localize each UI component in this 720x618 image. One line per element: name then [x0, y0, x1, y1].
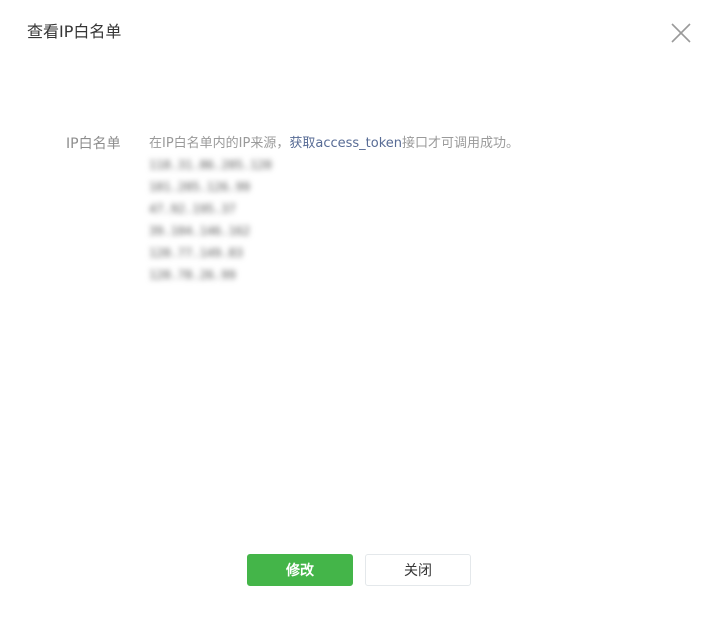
close-dialog-button[interactable]: 关闭: [365, 554, 471, 586]
ip-item: 120.78.26.99: [149, 268, 236, 282]
ip-list: 118.31.86.205.120 101.205.126.99 47.92.1…: [149, 154, 272, 286]
whitelist-label: IP白名单: [66, 136, 121, 152]
close-button[interactable]: [670, 22, 692, 44]
ip-item: 47.92.195.37: [149, 202, 236, 216]
ip-item: 118.31.86.205.120: [149, 158, 272, 172]
access-token-link[interactable]: 获取access_token: [289, 136, 402, 151]
close-icon: [671, 23, 691, 43]
whitelist-description: 在IP白名单内的IP来源，获取access_token接口才可调用成功。: [149, 134, 519, 154]
ip-item: 101.205.126.99: [149, 180, 251, 194]
ip-item: 120.77.149.83: [149, 246, 243, 260]
desc-suffix: 接口才可调用成功。: [402, 136, 520, 151]
desc-prefix: 在IP白名单内的IP来源，: [149, 136, 290, 151]
dialog-title: 查看IP白名单: [27, 22, 122, 41]
ip-item: 39.104.146.162: [149, 224, 251, 238]
edit-button[interactable]: 修改: [247, 554, 353, 586]
